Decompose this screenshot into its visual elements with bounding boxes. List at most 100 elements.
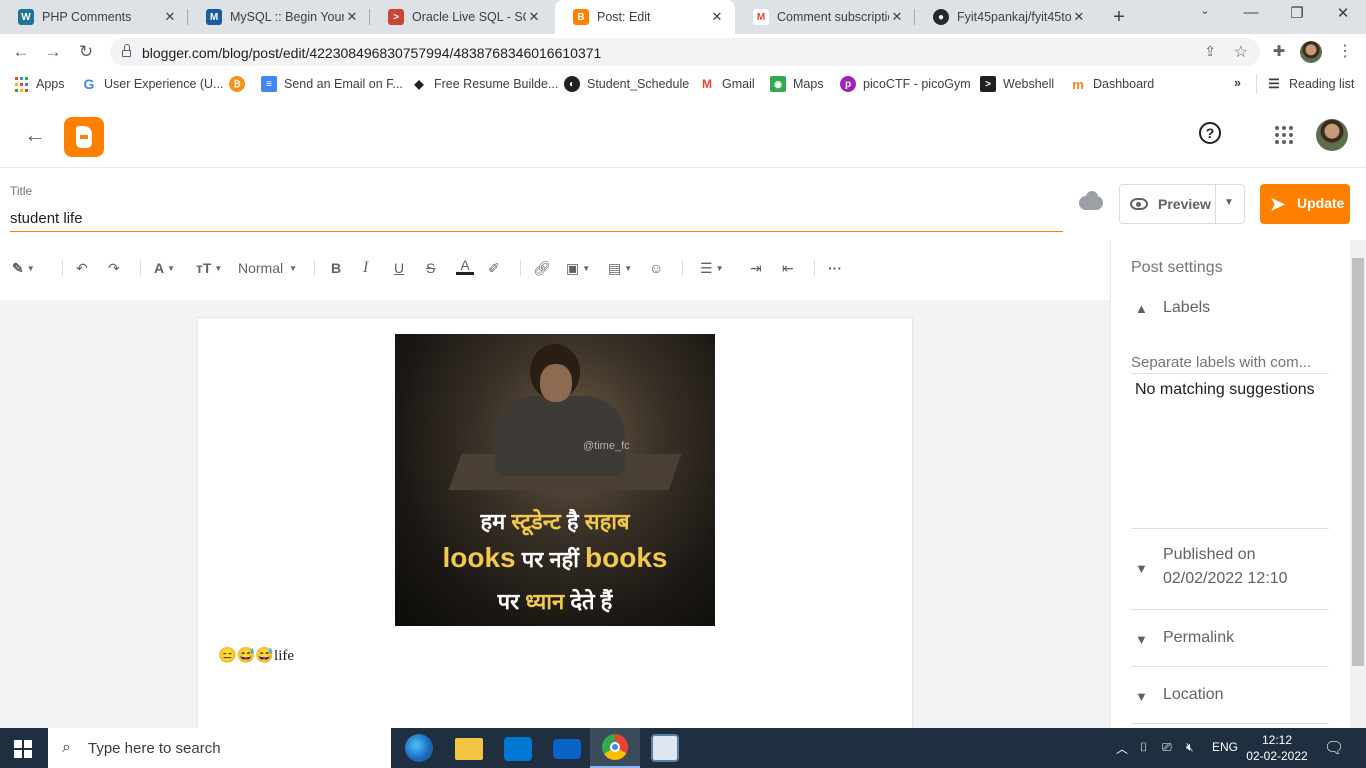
close-window-icon[interactable]: ✕	[1328, 4, 1358, 22]
bookmark-send-email[interactable]: ≡ Send an Email on F...	[261, 76, 403, 92]
windows-start-icon[interactable]	[14, 740, 32, 758]
scrollbar-thumb[interactable]	[1352, 258, 1364, 666]
notifications-icon[interactable]: 🗨︎	[1324, 738, 1344, 758]
language-indicator[interactable]: ENG	[1212, 740, 1238, 754]
chrome-taskbar-button[interactable]	[590, 728, 640, 768]
google-apps-icon[interactable]	[1275, 126, 1293, 144]
new-tab-icon[interactable]: +	[1108, 6, 1130, 29]
volume-muted-icon[interactable]: 🔇︎	[1186, 740, 1194, 755]
bookmark-free-resume[interactable]: ◆ Free Resume Builde...	[411, 76, 558, 92]
align-button[interactable]: ☰ ▼	[700, 258, 723, 278]
indent-icon[interactable]: ⇥	[750, 258, 762, 278]
permalink-section-toggle[interactable]: ▼ Permalink	[1131, 629, 1329, 649]
highlight-icon[interactable]: ✐	[488, 258, 500, 278]
device-icon[interactable]: ⌷	[1140, 740, 1147, 755]
network-icon[interactable]: ⎚	[1162, 740, 1172, 755]
back-arrow-icon[interactable]: ←	[10, 41, 32, 63]
bookmark-webshell[interactable]: > Webshell	[980, 76, 1054, 92]
microsoft-store-icon[interactable]	[504, 737, 532, 761]
preview-button[interactable]: Preview ▼	[1119, 184, 1245, 224]
undo-icon[interactable]: ↶	[76, 258, 88, 278]
file-explorer-icon[interactable]	[455, 738, 483, 760]
schedule-icon: ◐	[564, 76, 580, 92]
mail-icon[interactable]	[553, 739, 581, 759]
url-text[interactable]: blogger.com/blog/post/edit/4223084968307…	[142, 45, 601, 61]
close-tab-icon[interactable]: ✕	[344, 9, 360, 25]
help-icon[interactable]: ?	[1199, 122, 1221, 144]
extensions-puzzle-icon[interactable]: ✚	[1268, 41, 1290, 63]
underline-icon[interactable]: U	[394, 258, 404, 278]
wordpress-icon: W	[18, 9, 34, 25]
sql-developer-icon[interactable]	[651, 734, 679, 762]
reload-icon[interactable]: ↻	[75, 41, 97, 63]
font-size-button[interactable]: тT ▼	[196, 258, 222, 278]
bookmark-picoctf[interactable]: p picoCTF - picoGym	[840, 76, 971, 92]
font-button[interactable]: A ▼	[154, 258, 175, 278]
bookmark-bitcoin[interactable]: ₿	[229, 76, 252, 92]
bold-icon[interactable]: B	[331, 258, 341, 278]
labels-input[interactable]	[1131, 352, 1329, 374]
share-icon[interactable]: ⇪	[1204, 43, 1216, 60]
tab-mysql[interactable]: M MySQL :: Begin Your D ✕	[188, 0, 370, 34]
bookmark-apps[interactable]: Apps	[14, 76, 65, 92]
bookmark-star-icon[interactable]: ☆	[1234, 42, 1248, 62]
post-body-text[interactable]: 😑😅😅life	[218, 646, 294, 665]
forward-arrow-icon[interactable]: →	[42, 41, 64, 63]
close-tab-icon[interactable]: ✕	[1071, 9, 1087, 25]
show-hidden-icons-icon[interactable]: ︿	[1116, 740, 1128, 757]
address-bar[interactable]: blogger.com/blog/post/edit/4223084968307…	[110, 38, 1260, 66]
tab-php-comments[interactable]: W PHP Comments ✕	[0, 0, 188, 34]
tab-github[interactable]: ● Fyit45pankaj/fyit45toc ✕	[915, 0, 1097, 34]
labels-section-toggle[interactable]: ▲ Labels	[1131, 299, 1329, 319]
bookmark-user-experience[interactable]: G User Experience (U...	[81, 76, 224, 92]
close-tab-icon[interactable]: ✕	[162, 9, 178, 25]
tab-oracle-live-sql[interactable]: > Oracle Live SQL - SQL ✕	[370, 0, 552, 34]
close-tab-icon[interactable]: ✕	[889, 9, 905, 25]
taskbar-clock[interactable]: 12:12 02-02-2022	[1246, 732, 1308, 764]
reading-list-button[interactable]: ☰ Reading list	[1266, 76, 1354, 92]
tab-search-chevron-icon[interactable]: ⌄	[1190, 4, 1220, 17]
tab-comment-subscription[interactable]: M Comment subscriptio ✕	[735, 0, 915, 34]
scrollbar[interactable]	[1350, 240, 1366, 728]
close-tab-icon[interactable]: ✕	[709, 9, 725, 25]
bookmarks-overflow-icon[interactable]: »	[1234, 76, 1241, 90]
location-section-toggle[interactable]: ▼ Location	[1131, 686, 1329, 706]
avatar[interactable]	[1316, 119, 1348, 151]
post-body[interactable]: @time_fc हम स्टूडेन्ट है सहाब looks पर न…	[197, 317, 913, 737]
blogger-header: ← ?	[0, 102, 1366, 168]
redo-icon[interactable]: ↷	[108, 258, 120, 278]
more-options-icon[interactable]: ···	[828, 258, 842, 278]
blogger-logo[interactable]	[64, 117, 104, 157]
profile-avatar[interactable]	[1300, 41, 1322, 63]
edge-icon[interactable]	[405, 734, 433, 762]
paragraph-format-select[interactable]: Normal ▼	[238, 258, 297, 278]
taskbar-search-box[interactable]: ⌕ Type here to search	[48, 728, 391, 768]
compose-mode-button[interactable]: ✎ ▼	[12, 258, 35, 278]
dropdown-caret-icon: ▼	[289, 263, 298, 273]
link-icon[interactable]: 🔗︎	[533, 258, 551, 278]
emoji-icon[interactable]: ☺	[649, 258, 663, 278]
post-title-input[interactable]	[10, 206, 1063, 232]
menu-dots-icon[interactable]: ⋮	[1334, 41, 1356, 63]
strikethrough-icon[interactable]: S	[426, 258, 435, 278]
back-arrow-icon[interactable]: ←	[24, 122, 46, 148]
update-button[interactable]: ➤ Update	[1260, 184, 1350, 224]
tab-post-edit[interactable]: B Post: Edit ✕	[555, 0, 735, 34]
insert-video-button[interactable]: ▤ ▼	[608, 258, 632, 278]
minimize-icon[interactable]: —	[1236, 4, 1266, 21]
published-section-toggle[interactable]: ▼ Published on 02/02/2022 12:10	[1131, 546, 1329, 594]
insert-image-button[interactable]: ▣ ▼	[566, 258, 590, 278]
close-tab-icon[interactable]: ✕	[526, 9, 542, 25]
bookmark-dashboard[interactable]: m Dashboard	[1070, 76, 1154, 92]
title-label: Title	[10, 184, 33, 198]
bookmark-maps[interactable]: ◉ Maps	[770, 76, 824, 92]
post-image[interactable]: @time_fc हम स्टूडेन्ट है सहाब looks पर न…	[395, 334, 715, 626]
outdent-icon[interactable]: ⇤	[782, 258, 794, 278]
bookmark-gmail[interactable]: M Gmail	[699, 76, 755, 92]
restore-icon[interactable]: ❐	[1282, 4, 1312, 22]
italic-icon[interactable]: I	[363, 258, 368, 278]
tab-title: Fyit45pankaj/fyit45toc	[957, 10, 1071, 24]
preview-dropdown-icon[interactable]: ▼	[1224, 197, 1234, 208]
text-color-icon[interactable]: A	[456, 258, 474, 278]
bookmark-student-schedule[interactable]: ◐ Student_Schedule	[564, 76, 689, 92]
